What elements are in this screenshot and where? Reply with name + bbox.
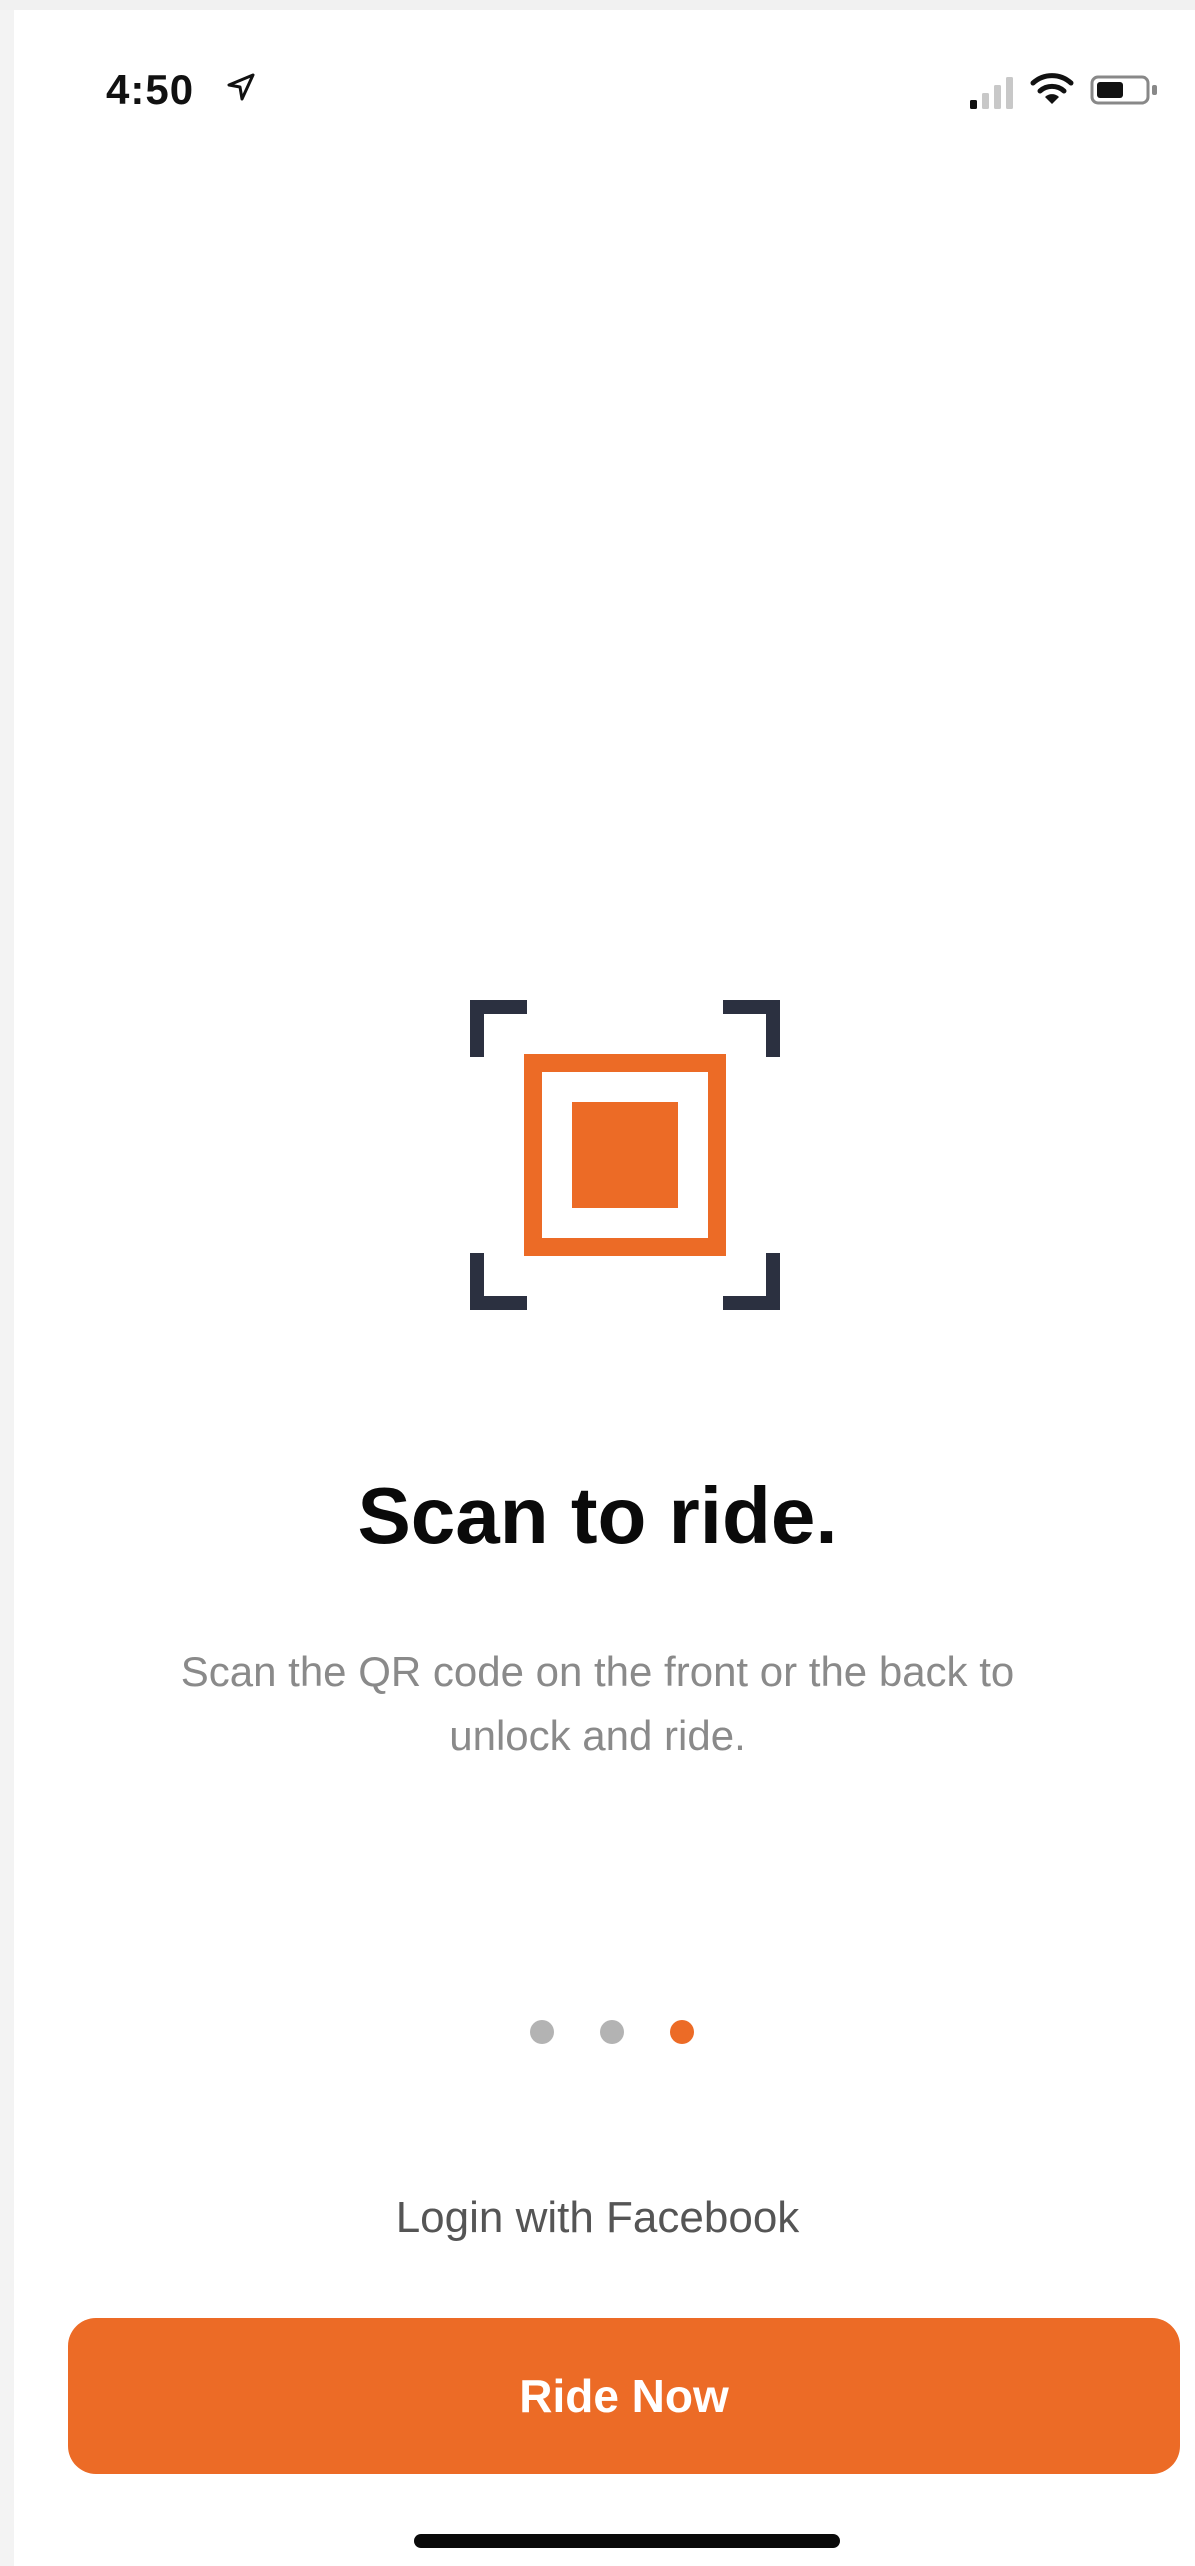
onboarding-screen: 4:50 Scan to ride. Scan the QR code on t… [0, 0, 1195, 2566]
screen-edge-left [0, 0, 14, 2566]
status-time: 4:50 [106, 66, 195, 113]
ride-now-button[interactable]: Ride Now [68, 2318, 1180, 2474]
screen-edge-top [0, 0, 1195, 10]
home-indicator[interactable] [414, 2534, 840, 2548]
login-with-facebook-link[interactable]: Login with Facebook [0, 2193, 1195, 2243]
page-indicator [530, 2020, 730, 2050]
onboarding-title: Scan to ride. [357, 1471, 838, 1560]
page-dot-1[interactable] [530, 2020, 554, 2044]
qr-scan-icon [470, 1000, 780, 1310]
ride-now-label: Ride Now [519, 2370, 729, 2422]
location-arrow-icon [227, 73, 255, 101]
cellular-signal-icon [970, 77, 1013, 109]
page-dot-2[interactable] [600, 2020, 624, 2044]
status-bar: 4:50 [0, 60, 1195, 130]
onboarding-description: Scan the QR code on the front or the bac… [180, 1648, 1015, 1759]
wifi-icon [1030, 73, 1074, 104]
page-dot-3-active[interactable] [670, 2020, 694, 2044]
battery-icon [1090, 75, 1157, 105]
